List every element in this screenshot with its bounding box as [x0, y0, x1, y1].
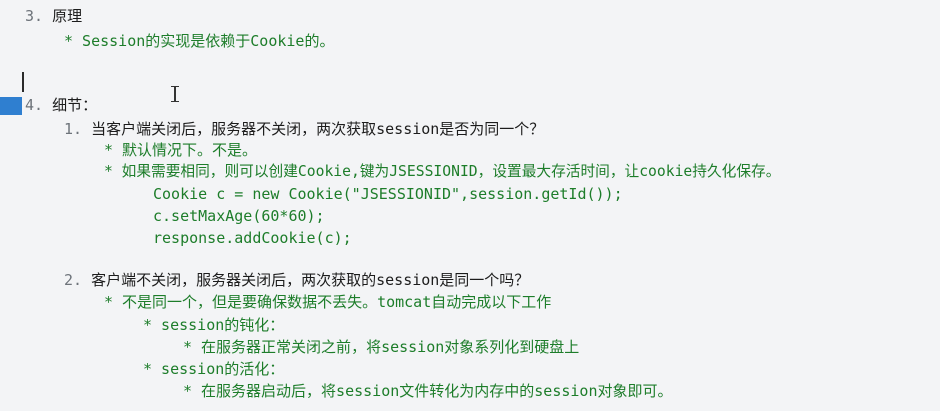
- question-text: 当客户端关闭后，服务器不关闭，两次获取session是否为同一个？: [91, 120, 545, 138]
- section-title: 原理: [52, 7, 83, 25]
- item-number: 1.: [64, 120, 83, 138]
- gutter-marker: [0, 97, 22, 115]
- section-number: 4.: [25, 96, 44, 114]
- answer-bullet: * 不是同一个，但是要确保数据不丢失。tomcat自动完成以下工作: [104, 293, 552, 311]
- section-number: 3.: [25, 7, 44, 25]
- section-3-heading: 3. 原理: [25, 5, 82, 27]
- section-4-heading: 4. 细节：: [25, 94, 97, 116]
- code-line: response.addCookie(c);: [153, 229, 352, 247]
- text-cursor-icon: [170, 86, 180, 102]
- sub-bullet: * session的钝化：: [143, 316, 285, 334]
- question-text: 客户端不关闭，服务器关闭后，两次获取的session是同一个吗？: [91, 271, 530, 289]
- text-caret: [22, 72, 24, 92]
- question-1: 1. 当客户端关闭后，服务器不关闭，两次获取session是否为同一个？: [64, 118, 544, 140]
- section-title: 细节：: [52, 96, 98, 114]
- answer-bullet: * 如果需要相同，则可以创建Cookie,键为JSESSIONID，设置最大存活…: [104, 163, 781, 180]
- sub-bullet: * session的活化：: [143, 360, 285, 378]
- answer-bullet: * 默认情况下。不是。: [104, 141, 258, 159]
- text-editor[interactable]: 3. 原理 * Session的实现是依赖于Cookie的。 4. 细节： 1.…: [0, 0, 940, 411]
- code-line: c.setMaxAge(60*60);: [153, 207, 325, 225]
- sub-bullet-detail: * 在服务器启动后，将session文件转化为内存中的session对象即可。: [183, 382, 673, 400]
- section-3-bullet: * Session的实现是依赖于Cookie的。: [64, 32, 335, 50]
- item-number: 2.: [64, 271, 83, 289]
- code-line: Cookie c = new Cookie("JSESSIONID",sessi…: [153, 185, 623, 203]
- sub-bullet-detail: * 在服务器正常关闭之前，将session对象系列化到硬盘上: [183, 338, 580, 356]
- question-2: 2. 客户端不关闭，服务器关闭后，两次获取的session是同一个吗？: [64, 269, 529, 291]
